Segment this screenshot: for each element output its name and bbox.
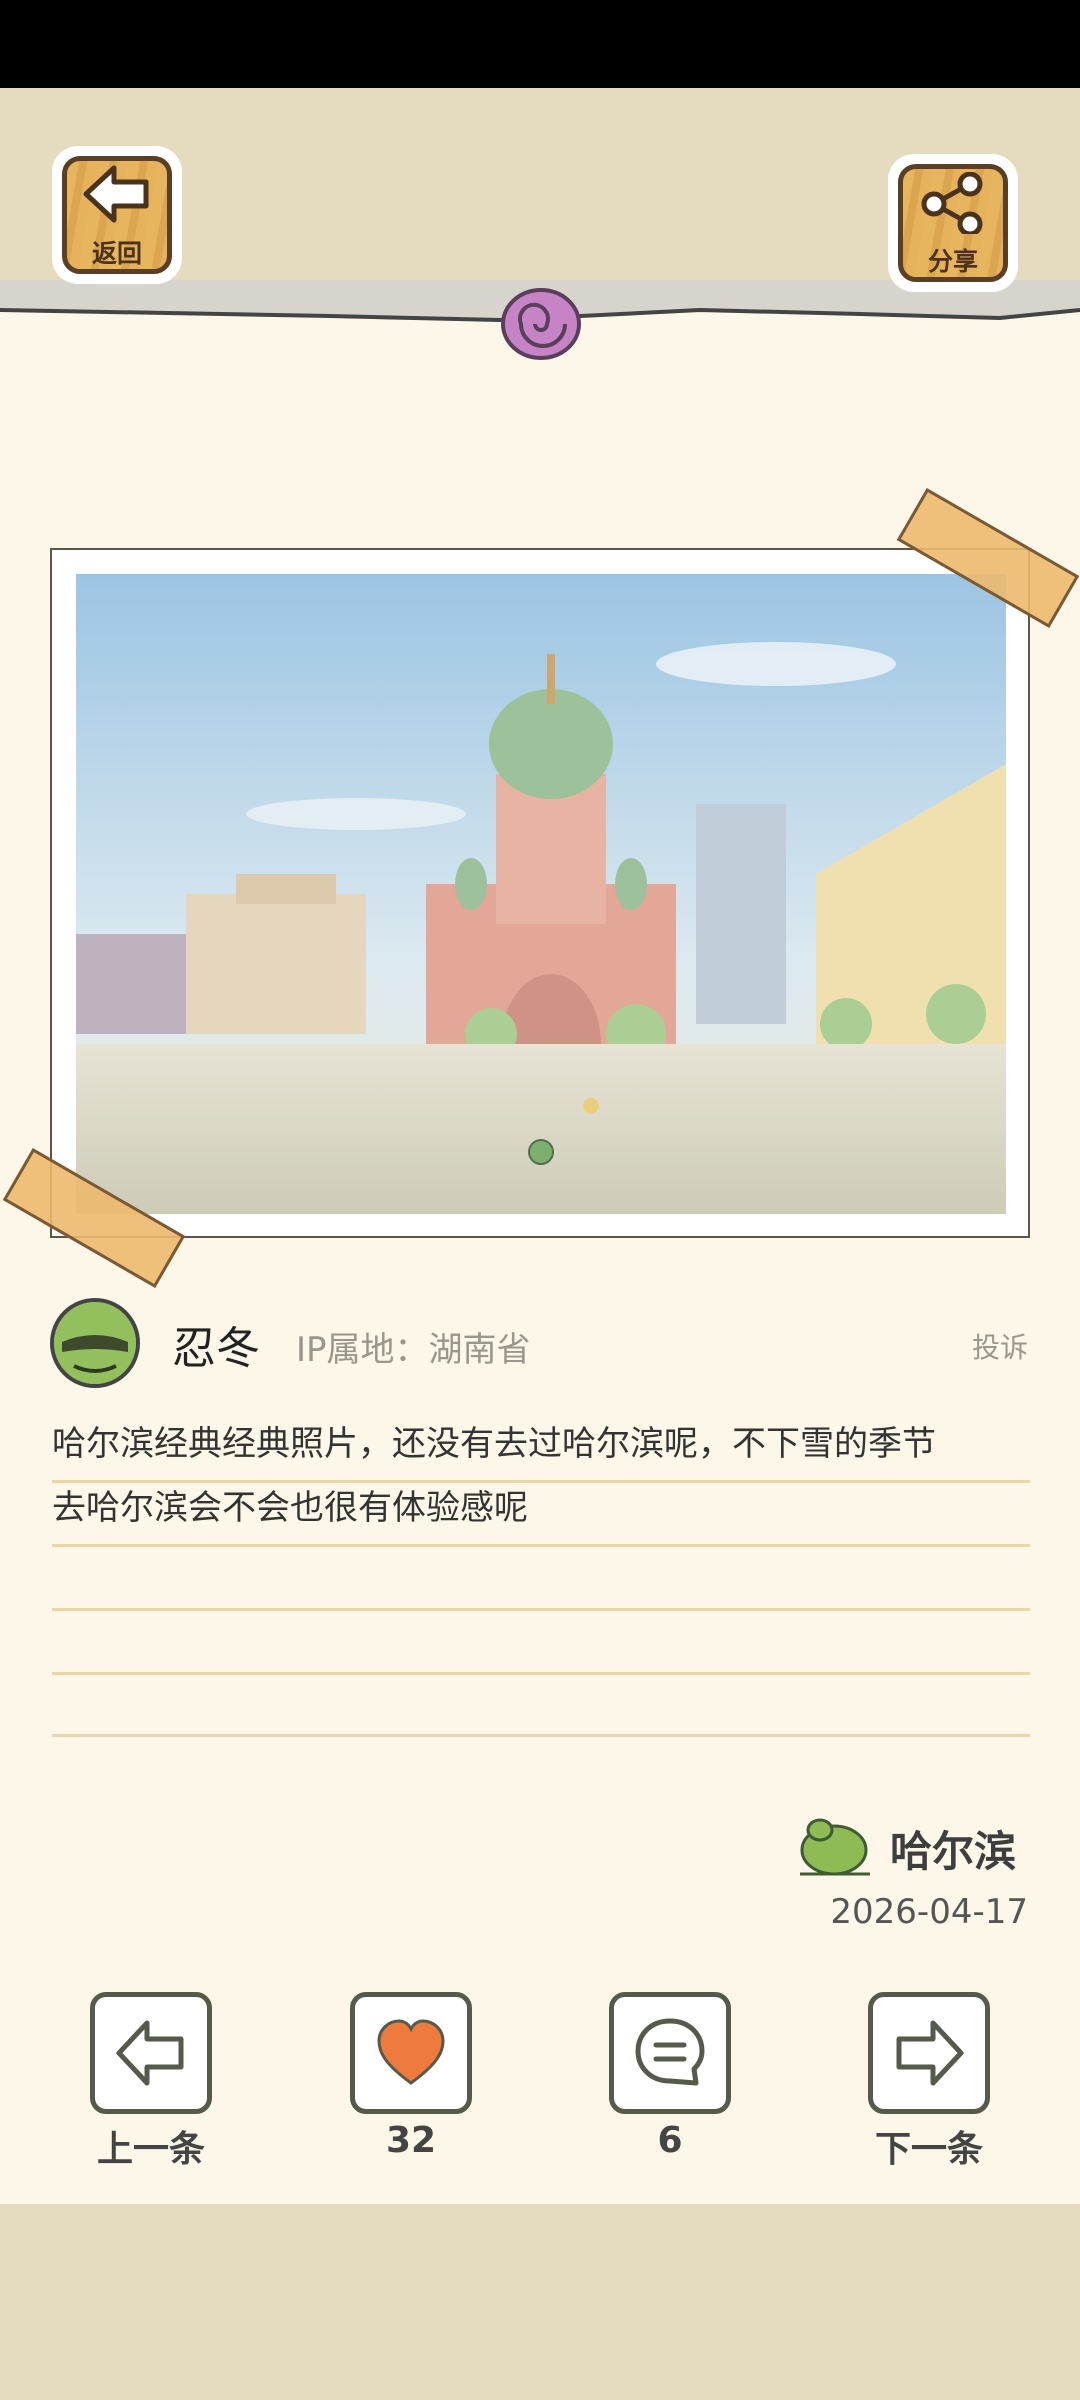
snail-icon — [501, 288, 581, 360]
comment-count: 6 — [657, 2120, 683, 2161]
username[interactable]: 忍冬 — [172, 1312, 260, 1376]
share-button[interactable]: 分享 — [892, 158, 1014, 288]
arrow-left-icon — [83, 165, 149, 223]
previous-button[interactable] — [90, 1992, 212, 2114]
content-line-1: 哈尔滨经典经典照片，还没有去过哈尔滨呢，不下雪的季节 — [52, 1424, 936, 1464]
cathedral-illustration — [76, 574, 1006, 1214]
location-tag: 哈尔滨 — [890, 1827, 1017, 1876]
content-line-2: 去哈尔滨会不会也很有体验感呢 — [52, 1488, 528, 1528]
next-button[interactable] — [868, 1992, 990, 2114]
status-bar — [0, 0, 1080, 88]
post-content: 哈尔滨经典经典照片，还没有去过哈尔滨呢，不下雪的季节 去哈尔滨会不会也很有体验感… — [52, 1412, 1030, 1540]
frog-icon — [800, 1818, 870, 1876]
previous-label: 上一条 — [96, 2129, 205, 2170]
comment-button[interactable] — [609, 1992, 731, 2114]
rule-line — [52, 1672, 1030, 1675]
rule-line — [52, 1544, 1030, 1547]
arrow-left-icon — [116, 2020, 184, 2086]
comment-icon — [635, 2018, 705, 2086]
frog-avatar-icon — [54, 1302, 136, 1384]
like-count: 32 — [385, 2120, 437, 2161]
report-link[interactable]: 投诉 — [972, 1326, 1028, 1366]
next-label: 下一条 — [874, 2129, 983, 2170]
like-button[interactable] — [350, 1992, 472, 2114]
avatar[interactable] — [50, 1298, 140, 1388]
rule-line — [52, 1734, 1030, 1737]
post-photo[interactable] — [76, 574, 1006, 1214]
back-button[interactable]: 返回 — [56, 150, 178, 280]
share-icon — [921, 172, 983, 234]
back-label: 返回 — [91, 239, 142, 268]
photo-frame — [50, 548, 1030, 1238]
share-label: 分享 — [927, 247, 978, 276]
arrow-right-icon — [896, 2020, 964, 2086]
rule-line — [52, 1608, 1030, 1611]
heart-icon — [377, 2019, 445, 2085]
ip-location: IP属地：湖南省 — [296, 1330, 531, 1370]
post-date: 2026-04-17 — [830, 1892, 1028, 1932]
rule-line — [52, 1480, 1030, 1483]
